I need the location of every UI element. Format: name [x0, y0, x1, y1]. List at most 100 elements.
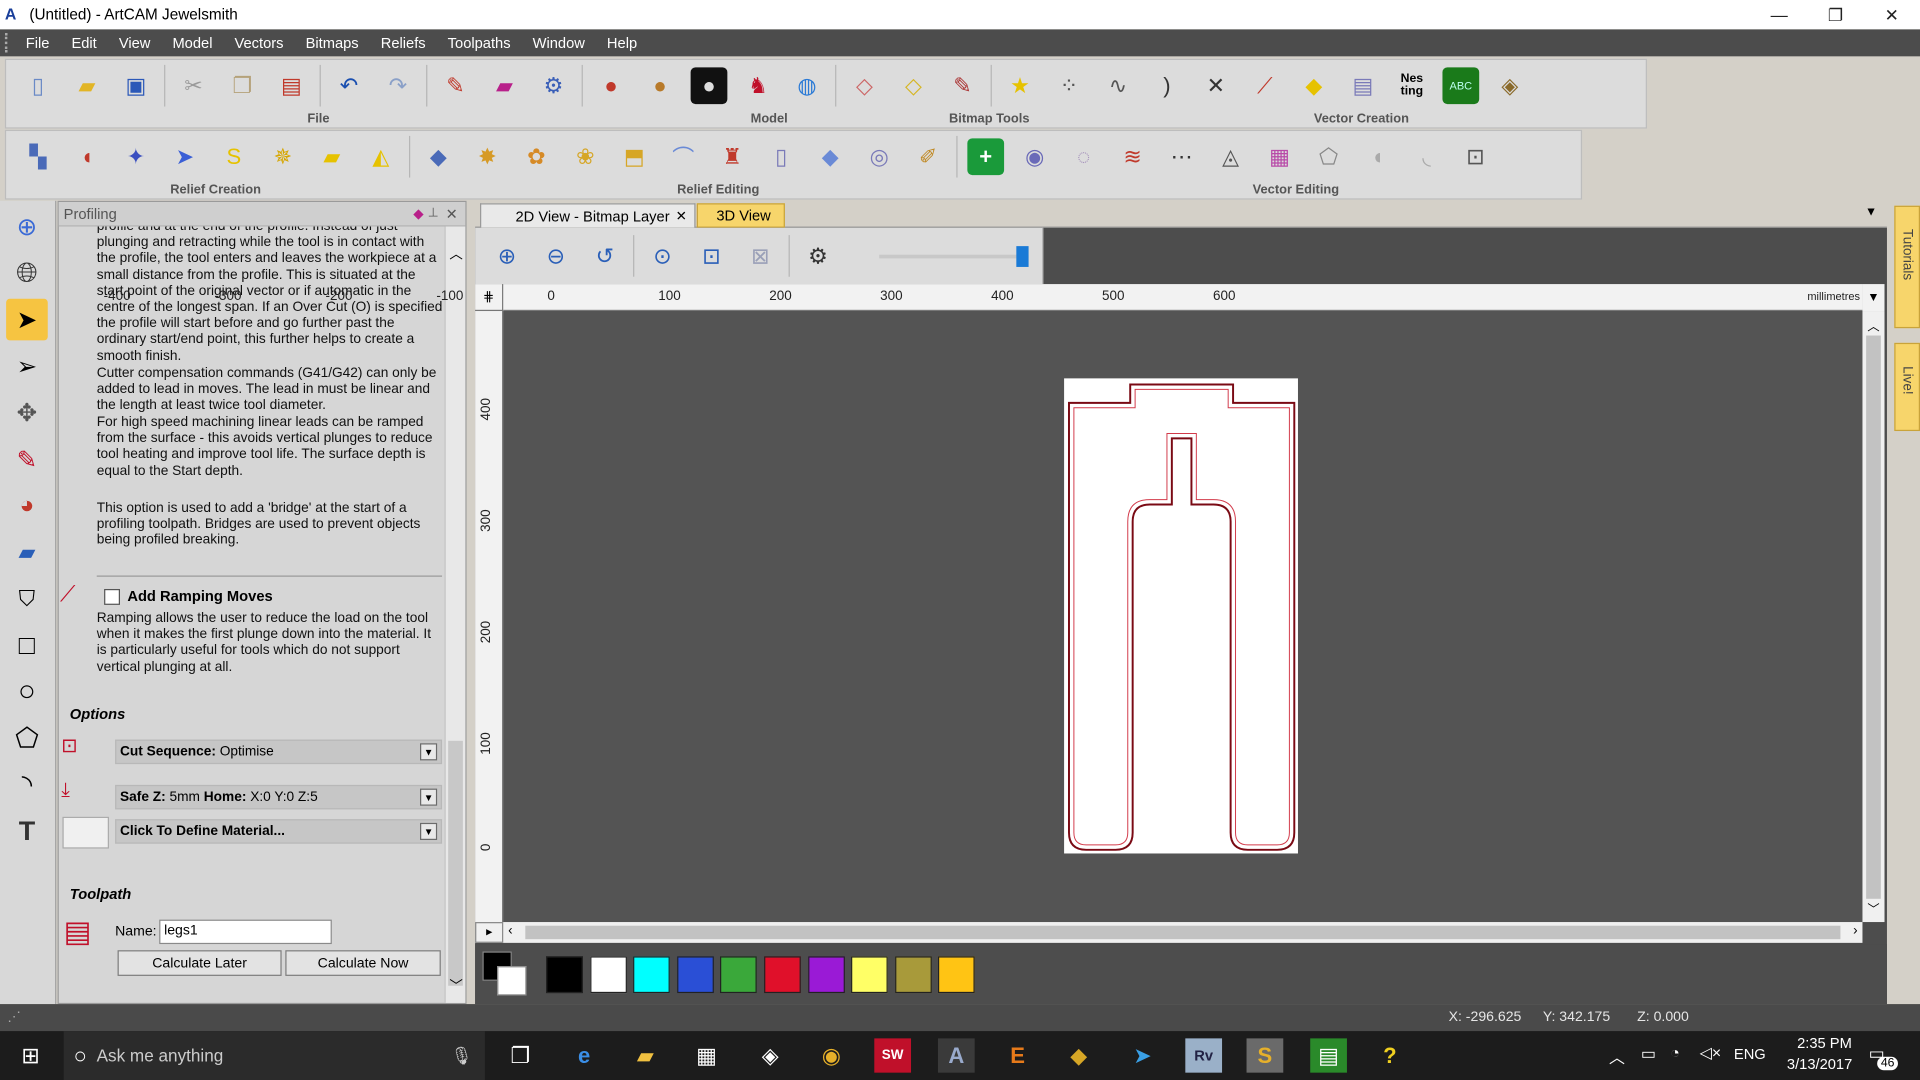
menu-file[interactable]: File — [15, 34, 61, 51]
git-app-icon[interactable]: ◆ — [1060, 1038, 1097, 1072]
relief-offset-icon[interactable]: ⬒ — [616, 138, 653, 175]
revit-icon[interactable]: Rv — [1185, 1038, 1223, 1073]
vector-wave-icon[interactable]: ≋ — [1114, 138, 1151, 175]
material-row[interactable]: Click To Define Material... ▼ — [115, 819, 443, 844]
zoom-fit-icon[interactable]: ⊡ — [693, 238, 730, 275]
scroll-up-icon[interactable]: ︿ — [1867, 316, 1879, 334]
scroll-up-icon[interactable]: ︿ — [449, 244, 462, 264]
vector-curve-icon[interactable]: ⟋ — [1247, 67, 1284, 104]
relief-plane-icon[interactable]: ▰ — [313, 138, 350, 175]
tab-3d-view[interactable]: 3D View — [696, 203, 785, 228]
relief-cylinder-icon[interactable]: ▯ — [763, 138, 800, 175]
open-folder-icon[interactable]: ▰ — [69, 67, 106, 104]
node-edit-arrow-icon[interactable]: ➢ — [6, 345, 48, 387]
arc-icon[interactable]: ◝ — [6, 764, 48, 806]
relief-flat-icon[interactable]: ◆ — [420, 138, 457, 175]
wifi-icon[interactable]: ◔ — [1670, 1043, 1680, 1061]
panel-scrollbar[interactable]: ︿ ﹀ — [444, 226, 466, 1003]
help-app-icon[interactable]: ? — [1371, 1038, 1408, 1072]
safe-z-row[interactable]: Safe Z: 5mm Home: X:0 Y:0 Z:5 ▼ — [115, 784, 443, 810]
select-arrow-icon[interactable]: ➤ — [6, 298, 48, 341]
s-app-icon[interactable]: S — [1246, 1038, 1284, 1073]
color-swatch[interactable] — [894, 956, 932, 994]
dropbox-icon[interactable]: ◈ — [752, 1038, 789, 1072]
cut-sequence-row[interactable]: Cut Sequence: Optimise ▼ — [115, 739, 443, 765]
clock-date[interactable]: 3/13/2017 — [1776, 1056, 1864, 1073]
menu-toolpaths[interactable]: Toolpaths — [437, 34, 522, 51]
vector-node-edit-icon[interactable]: ⋯ — [1163, 138, 1200, 175]
vector-star-icon[interactable]: ★ — [1002, 67, 1039, 104]
texture-abc-icon[interactable]: ABC — [1442, 67, 1480, 105]
slider-thumb[interactable] — [1016, 246, 1029, 267]
relief-weave-icon[interactable]: ✵ — [264, 138, 301, 175]
relief-extrude-icon[interactable]: ➤ — [167, 138, 204, 175]
zoom-selection-icon[interactable]: ⊠ — [742, 238, 779, 275]
dock-icon[interactable]: ⊥ — [428, 207, 439, 220]
menu-model[interactable]: Model — [161, 34, 223, 51]
color-swatch[interactable] — [764, 956, 801, 994]
calculate-now-button[interactable]: Calculate Now — [285, 950, 441, 976]
maximize-button[interactable]: ❐ — [1807, 0, 1863, 29]
notes-icon[interactable]: ✎ — [437, 67, 474, 104]
menu-window[interactable]: Window — [522, 34, 596, 51]
task-view-icon[interactable]: ❐ — [502, 1038, 539, 1072]
vector-points-icon[interactable]: ⁘ — [1051, 67, 1088, 104]
bitmap-to-vector-icon[interactable]: ◇ — [846, 67, 883, 104]
ramping-checkbox[interactable] — [104, 588, 121, 605]
vector-polyline-icon[interactable]: ∿ — [1100, 67, 1137, 104]
vertical-scrollbar[interactable]: ︿ ﹀ — [1862, 311, 1885, 923]
vector-draw-icon[interactable]: ⛉ — [6, 578, 48, 620]
relief-layers-icon[interactable]: ▚ — [20, 138, 57, 175]
model-bear-dark-icon[interactable]: ● — [690, 67, 728, 105]
search-box[interactable]: ○ Ask me anything 🎙︎ — [63, 1031, 485, 1080]
scroll-left-icon[interactable]: ‹ — [508, 923, 512, 938]
secondary-color[interactable] — [497, 966, 527, 996]
pencil-icon[interactable]: ✎ — [6, 438, 48, 480]
relief-angle-icon[interactable]: ◭ — [362, 138, 399, 175]
book-icon[interactable]: ▰ — [486, 67, 523, 104]
scroll-thumb[interactable] — [448, 740, 463, 986]
toolpath-name-input[interactable]: legs1 — [159, 919, 332, 945]
view-settings-icon[interactable]: ⚙ — [800, 238, 837, 275]
vector-close-icon[interactable]: ◖ — [1359, 138, 1396, 175]
tray-chevron-icon[interactable]: ︿ — [1609, 1044, 1625, 1067]
chevron-down-icon[interactable]: ▼ — [420, 822, 438, 841]
globe-icon[interactable]: 🌐︎ — [6, 252, 48, 294]
bitmap-paint-icon[interactable]: ✎ — [944, 67, 981, 104]
model-bear-icon[interactable]: ● — [642, 67, 679, 104]
drawing-canvas[interactable] — [503, 311, 1863, 923]
calculate-later-button[interactable]: Calculate Later — [117, 950, 282, 976]
view-menu-chevron-icon[interactable]: ▼ — [1865, 206, 1877, 219]
bitmap-outline-icon[interactable]: ◇ — [895, 67, 932, 104]
edge-icon[interactable]: e — [566, 1038, 603, 1072]
relief-smooth-icon[interactable]: ✿ — [518, 138, 555, 175]
zoom-1to1-icon[interactable]: ⊙ — [644, 238, 681, 275]
chevron-down-icon[interactable]: ▼ — [420, 788, 438, 806]
e-app-icon[interactable]: E — [999, 1038, 1036, 1072]
chevron-down-icon[interactable]: ▼ — [420, 743, 438, 761]
polygon-icon[interactable]: ⬠ — [6, 718, 48, 760]
vector-arc-icon[interactable]: ) — [1149, 67, 1186, 104]
relief-ring-icon[interactable]: ♜ — [714, 138, 751, 175]
vector-add-icon[interactable]: + — [967, 138, 1005, 176]
tab-close-icon[interactable]: ✕ — [676, 208, 687, 224]
battery-icon[interactable]: ▭ — [1641, 1044, 1656, 1064]
minimize-button[interactable]: — — [1751, 0, 1807, 29]
menu-vectors[interactable]: Vectors — [223, 34, 294, 51]
tab-2d-view[interactable]: 2D View - Bitmap Layer ✕ — [480, 203, 696, 228]
scroll-down-icon[interactable]: ﹀ — [449, 976, 462, 996]
color-swatch[interactable] — [938, 956, 976, 994]
zoom-box-icon[interactable]: ⊕ — [6, 206, 48, 248]
vector-group-icon[interactable]: ▦ — [1261, 138, 1298, 175]
green-app-icon[interactable]: ▤ — [1310, 1038, 1347, 1073]
microphone-icon[interactable]: 🎙︎ — [451, 1045, 473, 1066]
relief-raise-icon[interactable]: ✸ — [469, 138, 506, 175]
rectangle-icon[interactable]: □ — [6, 624, 48, 666]
live-tab[interactable]: Live! — [1894, 342, 1920, 432]
panel-close-icon[interactable]: ✕ — [446, 205, 458, 222]
color-swatch[interactable] — [633, 956, 671, 994]
redo-icon[interactable]: ↷ — [380, 67, 417, 104]
artcam-taskbar-icon[interactable]: A — [937, 1038, 975, 1073]
paint-icon[interactable]: ◕ — [6, 485, 48, 527]
scroll-thumb[interactable] — [525, 925, 1841, 940]
